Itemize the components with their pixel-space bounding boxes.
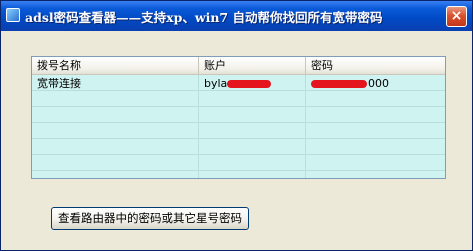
- column-header-dialup-name[interactable]: 拨号名称: [32, 57, 199, 74]
- column-divider: [198, 75, 199, 178]
- view-router-password-button[interactable]: 查看路由器中的密码或其它星号密码: [51, 207, 249, 230]
- redaction-mark: [311, 80, 367, 88]
- column-header-password[interactable]: 密码: [306, 57, 445, 74]
- password-list[interactable]: 拨号名称 账户 密码 宽带连接 byla 000: [31, 56, 446, 179]
- main-window: adsl密码查看器——支持xp、win7 自动帮你找回所有宽带密码 × 拨号名称…: [0, 0, 473, 251]
- cell-password: 000: [311, 76, 389, 91]
- redaction-mark: [227, 80, 272, 88]
- app-icon: [6, 8, 20, 22]
- title-bar[interactable]: adsl密码查看器——支持xp、win7 自动帮你找回所有宽带密码 ×: [1, 1, 472, 31]
- account-visible-text: byla: [204, 77, 228, 90]
- list-header: 拨号名称 账户 密码: [32, 57, 445, 75]
- close-button[interactable]: ×: [446, 6, 467, 27]
- column-header-account[interactable]: 账户: [199, 57, 306, 74]
- password-visible-text: 000: [368, 77, 389, 90]
- cell-account: byla: [204, 76, 272, 91]
- window-title: adsl密码查看器——支持xp、win7 自动帮你找回所有宽带密码: [25, 10, 383, 25]
- cell-dialup-name: 宽带连接: [37, 77, 81, 90]
- column-divider: [305, 75, 306, 178]
